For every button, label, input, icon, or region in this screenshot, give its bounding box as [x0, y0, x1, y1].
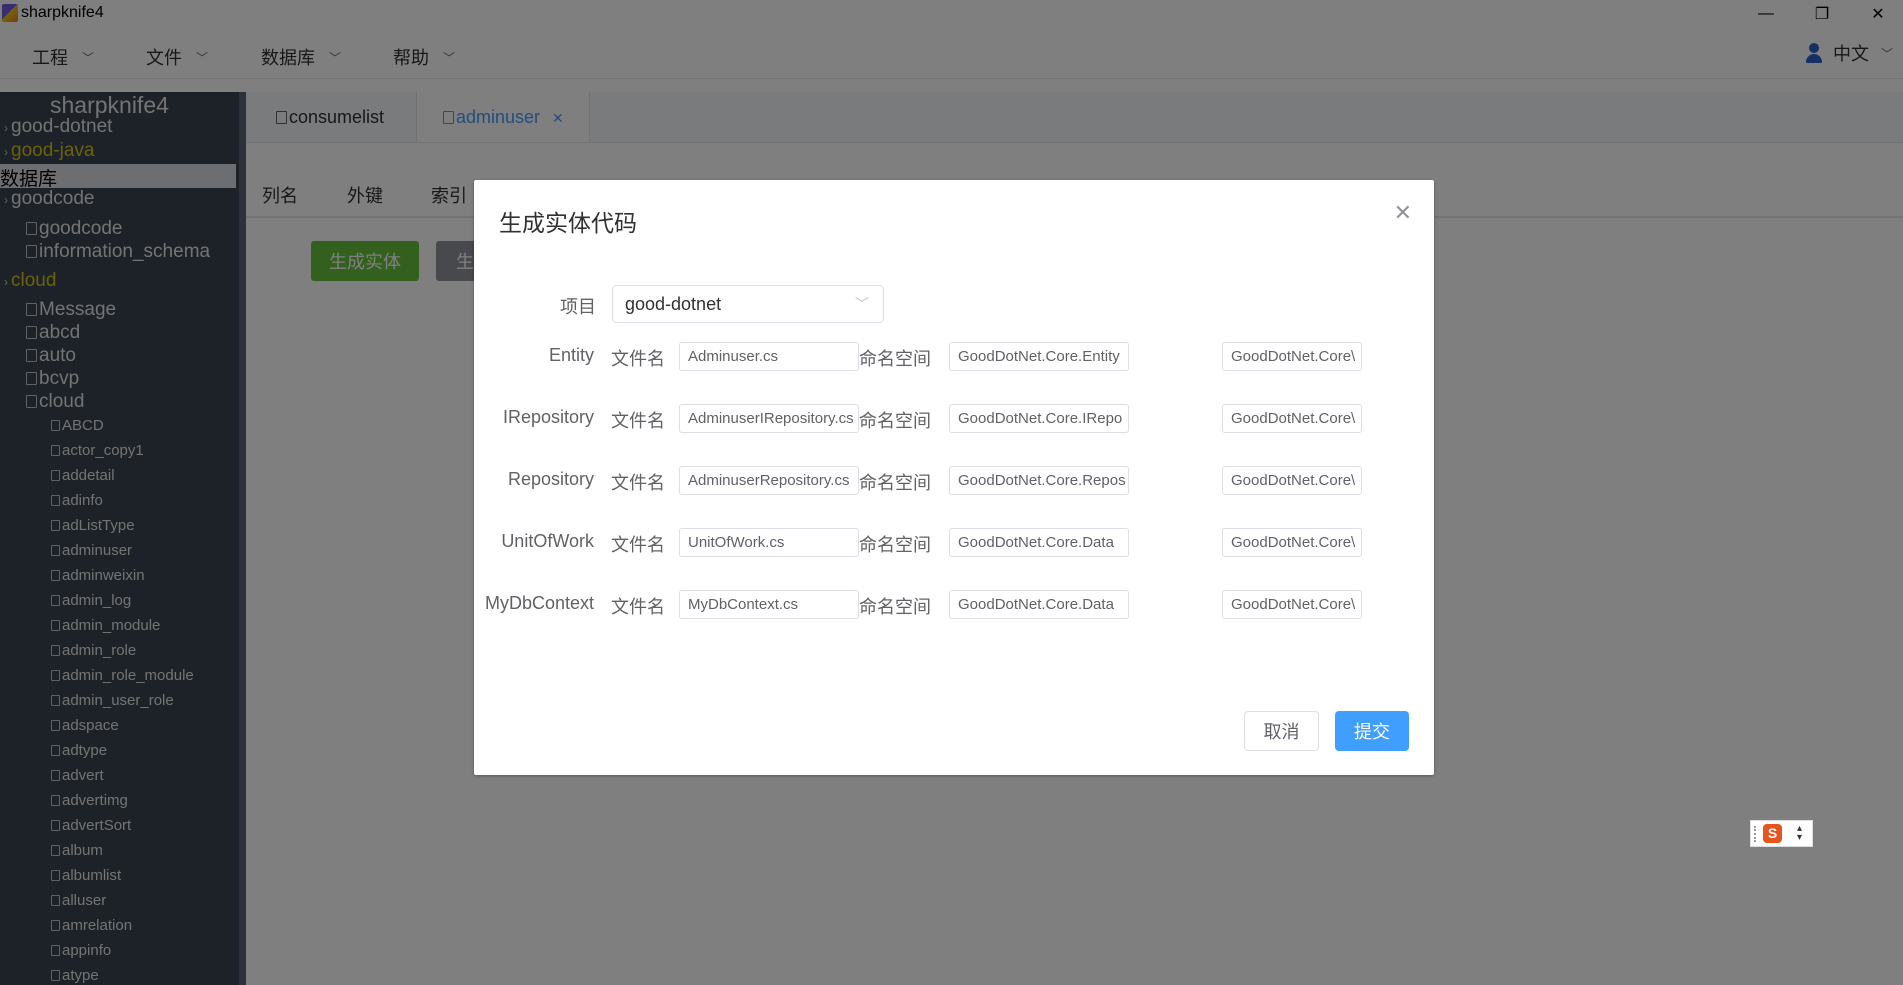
output-path-field[interactable]: GoodDotNet.Core\ [1222, 590, 1362, 619]
project-label: 项目 [560, 297, 596, 317]
row-label-repository: Repository [507, 469, 594, 489]
filename-label: 文件名 [611, 473, 665, 493]
ime-toolbar[interactable]: S ▴ ▾ [1750, 820, 1813, 847]
output-path-field[interactable]: GoodDotNet.Core\ [1222, 466, 1362, 495]
namespace-field[interactable]: GoodDotNet.Core.IRepo [949, 404, 1129, 433]
dialog-title: 生成实体代码 [499, 210, 637, 236]
filename-field[interactable]: Adminuser.cs [679, 342, 859, 371]
filename-field[interactable]: UnitOfWork.cs [679, 528, 859, 557]
filename-label: 文件名 [611, 411, 665, 431]
namespace-label: 命名空间 [859, 473, 931, 493]
namespace-label: 命名空间 [859, 597, 931, 617]
row-label-mydbcontext: MyDbContext [484, 593, 594, 613]
close-icon[interactable]: ✕ [1394, 200, 1412, 226]
filename-field[interactable]: AdminuserIRepository.cs [679, 404, 859, 433]
project-select-value: good-dotnet [625, 294, 722, 314]
project-select[interactable]: good-dotnet ﹀ [612, 285, 884, 323]
row-label-entity: Entity [548, 345, 594, 365]
row-label-irepository: IRepository [502, 407, 594, 427]
namespace-field[interactable]: GoodDotNet.Core.Entity [949, 342, 1129, 371]
filename-label: 文件名 [611, 349, 665, 369]
submit-button[interactable]: 提交 [1335, 711, 1409, 751]
namespace-label: 命名空间 [859, 535, 931, 555]
generate-entity-dialog: 生成实体代码 ✕ 项目 good-dotnet ﹀ Entity 文件名 Admin… [474, 180, 1434, 775]
namespace-label: 命名空间 [859, 411, 931, 431]
filename-label: 文件名 [611, 535, 665, 555]
filename-field[interactable]: MyDbContext.cs [679, 590, 859, 619]
output-path-field[interactable]: GoodDotNet.Core\ [1222, 404, 1362, 433]
output-path-field[interactable]: GoodDotNet.Core\ [1222, 342, 1362, 371]
drag-handle[interactable] [1754, 826, 1758, 842]
filename-label: 文件名 [611, 597, 665, 617]
sort-arrows-icon[interactable]: ▴ ▾ [1797, 824, 1802, 843]
ime-logo-icon: S [1763, 824, 1782, 843]
filename-field[interactable]: AdminuserRepository.cs [679, 466, 859, 495]
cancel-button[interactable]: 取消 [1244, 711, 1319, 751]
namespace-label: 命名空间 [859, 349, 931, 369]
namespace-field[interactable]: GoodDotNet.Core.Data [949, 528, 1129, 557]
namespace-field[interactable]: GoodDotNet.Core.Repos [949, 466, 1129, 495]
chevron-down-icon: ﹀ [855, 296, 869, 312]
output-path-field[interactable]: GoodDotNet.Core\ [1222, 528, 1362, 557]
row-label-unitofwork: UnitOfWork [501, 531, 594, 551]
namespace-field[interactable]: GoodDotNet.Core.Data [949, 590, 1129, 619]
